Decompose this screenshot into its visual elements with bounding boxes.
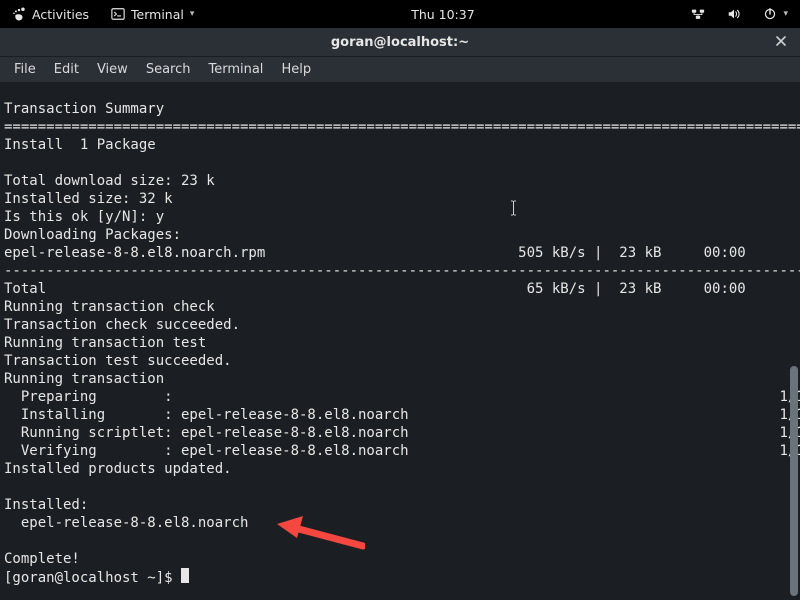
mouse-pointer-ibeam-icon — [510, 200, 517, 220]
term-prompt[interactable]: [goran@localhost ~]$ — [4, 570, 181, 586]
terminal-output[interactable]: Transaction Summary ====================… — [0, 82, 800, 591]
term-line: Preparing : 1/1 — [4, 389, 800, 405]
terminal-viewport[interactable]: Transaction Summary ====================… — [0, 82, 800, 600]
term-line: Installing : epel-release-8-8.el8.noarch… — [4, 407, 800, 423]
activities-label: Activities — [32, 7, 89, 22]
menu-file[interactable]: File — [6, 59, 44, 80]
scrollbar-thumb[interactable] — [790, 366, 798, 596]
annotation-arrow-icon — [275, 514, 365, 554]
dropdown-indicator-icon: ▾ — [190, 9, 195, 19]
network-indicator[interactable] — [687, 7, 709, 21]
network-icon — [691, 7, 705, 21]
menu-terminal[interactable]: Terminal — [200, 59, 271, 80]
arrow-shaft — [295, 528, 363, 546]
term-line: Transaction check succeeded. — [4, 317, 240, 333]
term-line: epel-release-8-8.el8.noarch.rpm 505 kB/s… — [4, 245, 779, 261]
term-line: Total 65 kB/s | 23 kB 00:00 — [4, 281, 779, 297]
power-icon — [763, 7, 777, 21]
terminal-app-icon — [111, 7, 125, 21]
close-button[interactable] — [772, 32, 790, 50]
term-line: Running scriptlet: epel-release-8-8.el8.… — [4, 425, 800, 441]
current-app-button[interactable]: Terminal ▾ — [107, 7, 198, 22]
clock[interactable]: Thu 10:37 — [407, 7, 478, 22]
term-line: ========================================… — [4, 119, 800, 135]
arrow-head — [277, 516, 303, 538]
terminal-cursor — [181, 568, 189, 583]
clock-label: Thu 10:37 — [411, 7, 474, 22]
menu-bar: File Edit View Search Terminal Help — [0, 56, 800, 82]
term-line: Is this ok [y/N]: y — [4, 209, 164, 225]
term-line: Complete! — [4, 551, 80, 567]
window-title-bar: goran@localhost:~ — [0, 28, 800, 56]
term-line: Verifying : epel-release-8-8.el8.noarch … — [4, 443, 800, 459]
menu-edit[interactable]: Edit — [46, 59, 87, 80]
term-line: Running transaction check — [4, 299, 215, 315]
scrollbar[interactable] — [790, 86, 798, 596]
term-line: ----------------------------------------… — [4, 263, 800, 279]
term-line: Installed: — [4, 497, 88, 513]
term-line: Transaction test succeeded. — [4, 353, 232, 369]
window-title: goran@localhost:~ — [331, 35, 469, 50]
term-line: Installed size: 32 k — [4, 191, 173, 207]
term-line: Transaction Summary — [4, 101, 164, 117]
term-line: Total download size: 23 k — [4, 173, 215, 189]
term-line: Running transaction test — [4, 335, 206, 351]
menu-search[interactable]: Search — [138, 59, 199, 80]
gnome-logo-icon — [12, 7, 26, 21]
volume-indicator[interactable] — [723, 7, 745, 21]
close-icon — [775, 35, 787, 47]
menu-view[interactable]: View — [89, 59, 136, 80]
term-line: epel-release-8-8.el8.noarch — [4, 515, 248, 531]
dropdown-indicator-icon: ▾ — [783, 9, 788, 19]
term-line: Downloading Packages: — [4, 227, 181, 243]
menu-help[interactable]: Help — [273, 59, 319, 80]
gnome-top-bar: Activities Terminal ▾ Thu 10:37 ▾ — [0, 0, 800, 28]
power-indicator[interactable]: ▾ — [759, 7, 792, 21]
term-line: Installed products updated. — [4, 461, 232, 477]
term-line: Running transaction — [4, 371, 164, 387]
term-line: Install 1 Package — [4, 137, 156, 153]
current-app-label: Terminal — [131, 7, 184, 22]
volume-icon — [727, 7, 741, 21]
activities-button[interactable]: Activities — [8, 7, 93, 22]
